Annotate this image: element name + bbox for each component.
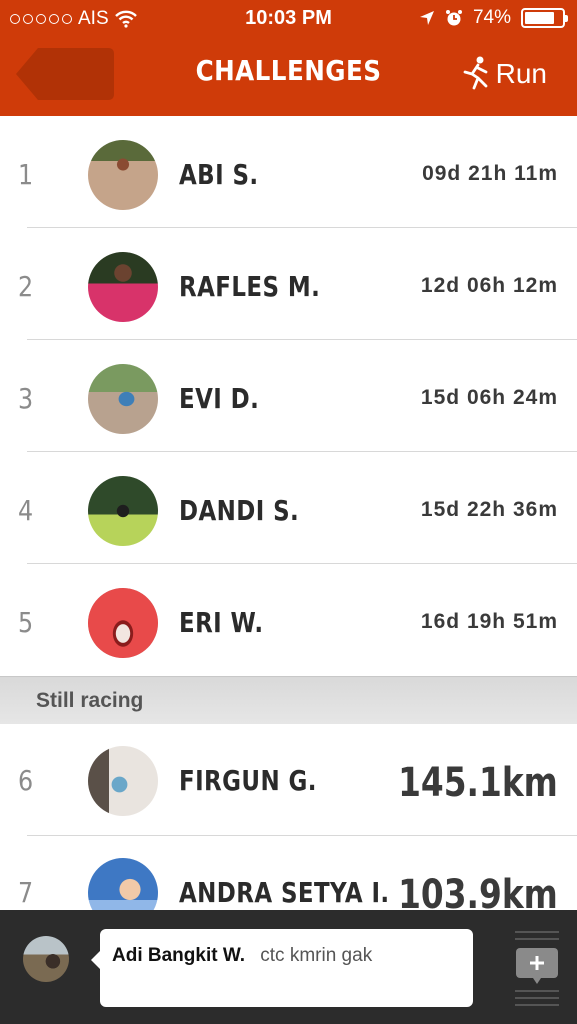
finish-time: 12d 06h 12m	[420, 274, 558, 297]
list-item[interactable]: 3 EVI D. 15d 06h 24m	[0, 340, 577, 452]
location-arrow-icon	[419, 11, 434, 25]
avatar[interactable]	[23, 936, 69, 982]
top-bar: AIS 10:03 PM 74% CHALLENGES Run	[0, 0, 577, 116]
avatar	[88, 364, 158, 434]
rank-number: 3	[18, 382, 34, 415]
avatar	[88, 588, 158, 658]
chat-message-bubble[interactable]: Adi Bangkit W. ctc kmrin gak	[91, 929, 473, 1007]
add-comment-icon	[515, 931, 559, 1006]
status-bar: AIS 10:03 PM 74%	[0, 0, 577, 36]
list-item[interactable]: 4 DANDI S. 15d 22h 36m	[0, 452, 577, 564]
alarm-icon	[445, 10, 462, 26]
runner-name: ANDRA SETYA I.	[179, 876, 390, 909]
finish-time: 15d 22h 36m	[420, 498, 558, 521]
add-comment-button[interactable]	[515, 928, 559, 1008]
runner-icon	[463, 56, 488, 90]
finish-time: 15d 06h 24m	[420, 386, 558, 409]
runner-name: DANDI S.	[179, 494, 300, 527]
finish-time: 16d 19h 51m	[420, 610, 558, 633]
battery-icon	[521, 8, 568, 28]
list-item[interactable]: 1 ABI S. 09d 21h 11m	[0, 116, 577, 228]
chat-sender: Adi Bangkit W.	[112, 945, 245, 966]
section-label: Still racing	[36, 689, 144, 712]
avatar	[88, 746, 158, 816]
rank-number: 2	[18, 270, 34, 303]
rank-number: 6	[18, 764, 34, 797]
runner-name: ERI W.	[179, 606, 264, 639]
rank-number: 4	[18, 494, 34, 527]
run-button[interactable]: Run	[460, 56, 547, 92]
runner-name: EVI D.	[179, 382, 260, 415]
chat-bar: Adi Bangkit W. ctc kmrin gak	[0, 910, 577, 1024]
avatar	[88, 140, 158, 210]
battery-percent: 74%	[472, 7, 511, 28]
chat-message: ctc kmrin gak	[260, 945, 373, 966]
list-item[interactable]: 6 FIRGUN G. 145.1km	[0, 724, 577, 836]
rank-number: 7	[18, 876, 34, 909]
avatar	[88, 252, 158, 322]
runner-name: FIRGUN G.	[179, 764, 317, 797]
list-item[interactable]: 2 RAFLES M. 12d 06h 12m	[0, 228, 577, 340]
distance: 145.1km	[398, 760, 558, 806]
rank-number: 5	[18, 606, 34, 639]
rank-number: 1	[18, 158, 34, 191]
leaderboard-finished: 1 ABI S. 09d 21h 11m 2 RAFLES M. 12d 06h…	[0, 116, 577, 676]
runner-name: RAFLES M.	[179, 270, 321, 303]
finish-time: 09d 21h 11m	[422, 162, 558, 185]
runner-name: ABI S.	[179, 158, 259, 191]
section-header: Still racing	[0, 676, 577, 724]
avatar	[88, 476, 158, 546]
list-item[interactable]: 5 ERI W. 16d 19h 51m	[0, 564, 577, 676]
run-label: Run	[495, 58, 547, 89]
